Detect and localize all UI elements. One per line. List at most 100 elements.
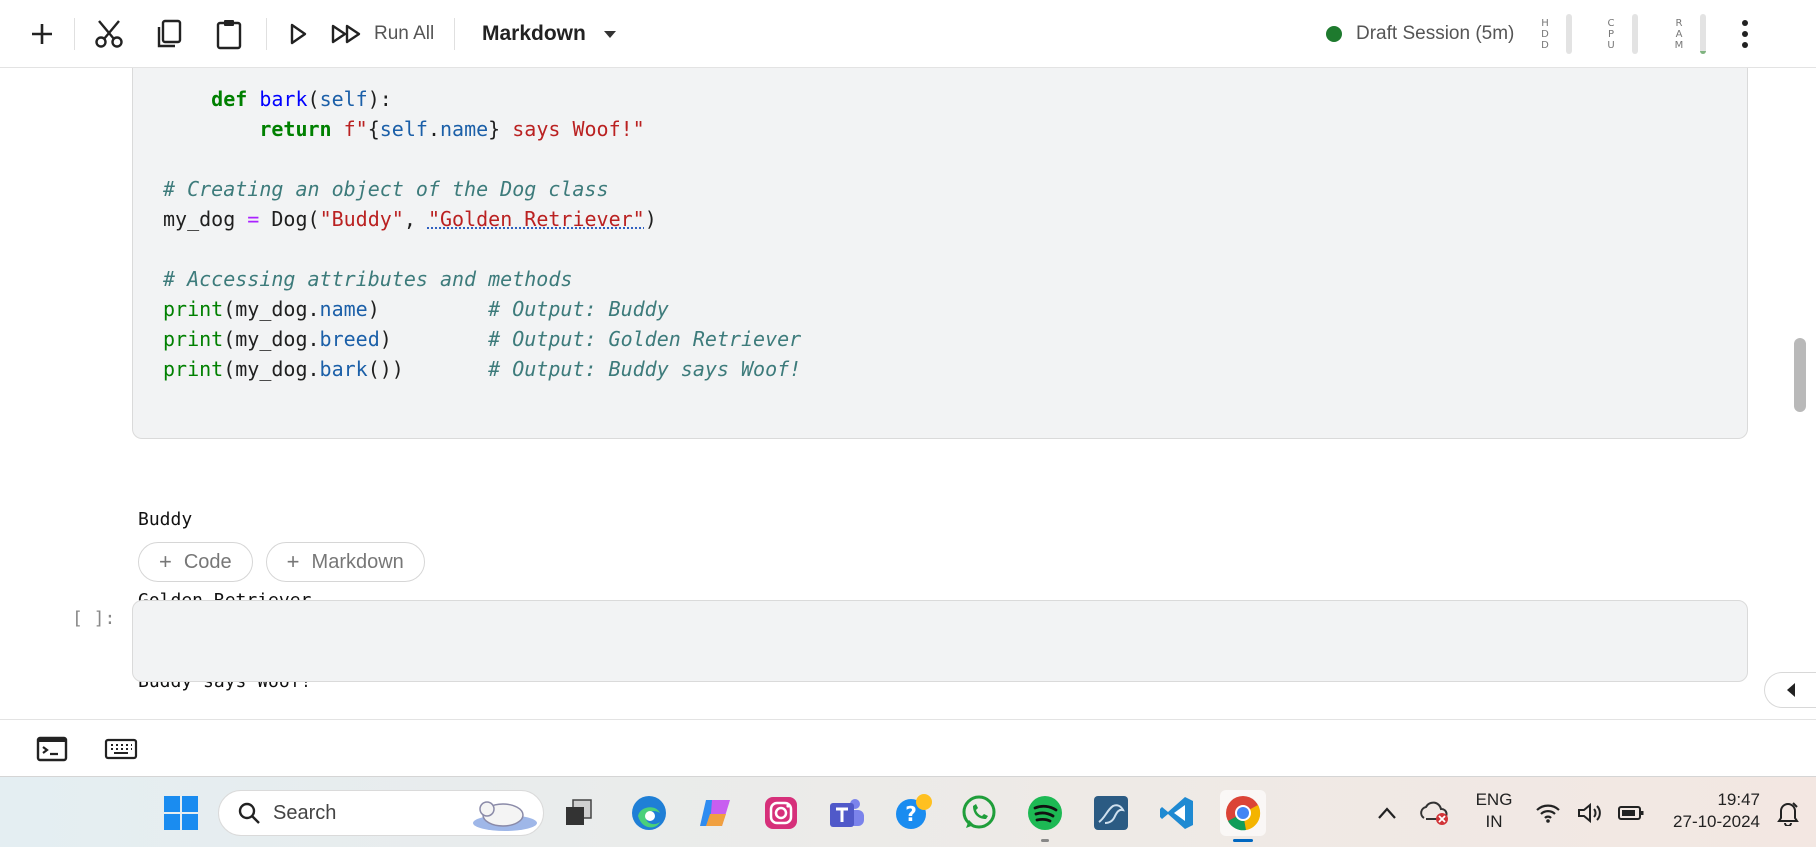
vscode-icon <box>1160 797 1193 829</box>
add-markdown-cell-button[interactable]: + Markdown <box>265 542 425 582</box>
chrome-icon <box>1226 796 1261 831</box>
chevron-up-icon <box>1378 807 1396 819</box>
copilot-button[interactable] <box>692 790 738 836</box>
mysql-workbench-icon <box>1094 796 1128 830</box>
hdd-meter[interactable]: HDD <box>1540 12 1572 56</box>
code-line: return f"{self.name} says Woof!" <box>259 117 645 141</box>
ram-meter-bar <box>1700 14 1706 54</box>
empty-code-cell[interactable] <box>132 600 1748 682</box>
show-hidden-icons-button[interactable] <box>1364 790 1410 836</box>
onedrive-error-icon <box>1420 801 1448 825</box>
search-placeholder: Search <box>273 801 337 824</box>
input-language-indicator[interactable]: ENG IN <box>1470 789 1518 833</box>
spotify-button[interactable] <box>1022 790 1068 842</box>
search-highlight-icon <box>473 801 537 831</box>
code-cell[interactable]: def bark(self): return f"{self.name} say… <box>132 68 1748 439</box>
add-code-cell-button[interactable]: + Code <box>138 542 253 582</box>
search-icon <box>238 802 260 824</box>
paste-icon <box>216 20 242 50</box>
taskbar-clock[interactable]: 19:47 27-10-2024 <box>1650 789 1760 833</box>
sidebar-toggle-button[interactable] <box>1764 672 1816 708</box>
ram-meter-label: RAM <box>1674 17 1684 51</box>
notebook-scrollbar[interactable] <box>1794 68 1808 719</box>
teams-icon <box>830 799 864 827</box>
get-help-button[interactable]: ? <box>890 790 936 836</box>
edge-button[interactable] <box>626 790 672 836</box>
battery-icon <box>1617 806 1644 820</box>
windows-taskbar: Search ? ENG IN 19:47 27-10-2024 <box>0 776 1816 847</box>
notebook-body[interactable]: def bark(self): return f"{self.name} say… <box>0 68 1816 719</box>
terminal-icon <box>36 736 68 762</box>
region-code: IN <box>1485 812 1503 831</box>
cell-prompt: [ ]: <box>72 608 116 629</box>
notebook-bottom-bar <box>0 719 1816 776</box>
code-line: # Creating an object of the Dog class <box>163 177 609 201</box>
toolbar-divider <box>266 18 267 50</box>
run-icon <box>290 23 307 45</box>
session-status[interactable]: Draft Session (5m) <box>1326 14 1514 54</box>
onedrive-button[interactable] <box>1412 790 1458 836</box>
cell-type-dropdown[interactable]: Markdown <box>482 14 616 54</box>
edge-icon <box>632 796 666 830</box>
code-line: # Accessing attributes and methods <box>163 267 573 291</box>
cpu-meter-label: CPU <box>1607 17 1615 51</box>
clock-date: 27-10-2024 <box>1673 812 1760 831</box>
taskbar-search[interactable]: Search <box>218 790 544 836</box>
quick-settings-button[interactable] <box>1528 790 1652 836</box>
session-status-dot <box>1326 26 1342 42</box>
whatsapp-button[interactable] <box>956 790 1002 836</box>
copy-button[interactable] <box>148 14 190 54</box>
language-code: ENG <box>1475 790 1513 809</box>
code-line: print(my_dog.breed) # Output: Golden Ret… <box>163 327 802 351</box>
scrollbar-thumb[interactable] <box>1794 338 1806 412</box>
mysql-workbench-button[interactable] <box>1088 790 1134 836</box>
help-icon: ? <box>896 794 932 829</box>
chrome-button[interactable] <box>1220 790 1266 842</box>
clock-time: 19:47 <box>1717 790 1760 809</box>
start-icon <box>164 796 198 830</box>
cut-button[interactable] <box>88 14 130 54</box>
instagram-icon <box>765 797 797 829</box>
code-line: def bark(self): <box>211 87 392 111</box>
run-all-icon <box>331 24 361 44</box>
toolbar-divider <box>454 18 455 50</box>
bell-icon <box>1777 802 1799 826</box>
plus-icon: + <box>159 549 172 574</box>
cell-type-label: Markdown <box>482 22 586 45</box>
paste-button[interactable] <box>208 14 250 54</box>
task-view-icon <box>566 799 592 825</box>
copy-icon <box>157 19 182 48</box>
instagram-button[interactable] <box>758 790 804 836</box>
add-cell-button[interactable] <box>22 14 62 54</box>
run-cell-button[interactable] <box>280 14 316 54</box>
active-indicator <box>1233 839 1253 842</box>
start-button[interactable] <box>158 790 204 836</box>
console-button[interactable] <box>36 732 68 766</box>
wifi-icon <box>1536 804 1561 823</box>
hdd-meter-bar <box>1566 14 1572 54</box>
code-editor[interactable]: def bark(self): return f"{self.name} say… <box>163 84 801 384</box>
add-cell-buttons: + Code + Markdown <box>138 542 425 582</box>
session-label: Draft Session (5m) <box>1356 23 1515 44</box>
code-line: print(my_dog.name) # Output: Buddy <box>163 297 669 321</box>
toolbar-divider <box>74 18 75 50</box>
notifications-button[interactable] <box>1768 790 1808 836</box>
ram-meter[interactable]: RAM <box>1674 12 1706 56</box>
more-icon <box>1742 20 1748 26</box>
teams-button[interactable] <box>824 790 870 836</box>
add-code-label: Code <box>183 550 232 573</box>
cpu-meter[interactable]: CPU <box>1606 12 1638 56</box>
add-icon <box>32 24 52 44</box>
copilot-icon <box>700 800 730 826</box>
code-line: print(my_dog.bark()) # Output: Buddy say… <box>163 357 802 381</box>
whatsapp-icon <box>962 795 996 829</box>
volume-icon <box>1577 802 1601 824</box>
more-options-button[interactable] <box>1730 14 1760 54</box>
task-view-button[interactable] <box>556 790 602 836</box>
keyboard-shortcuts-button[interactable] <box>104 732 138 766</box>
run-all-button[interactable]: Run All <box>330 14 450 54</box>
chevron-down-icon <box>603 30 616 38</box>
vscode-button[interactable] <box>1154 790 1200 836</box>
